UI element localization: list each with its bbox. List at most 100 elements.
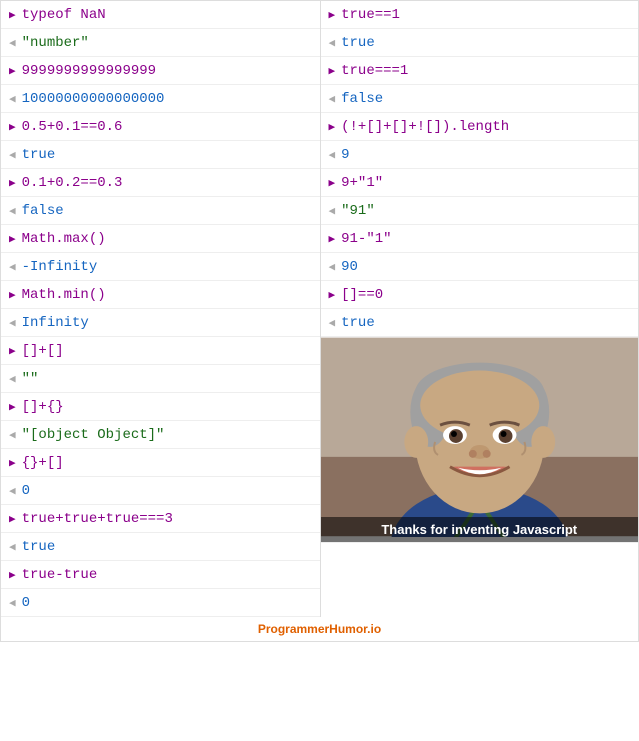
code-output-row: ◀0 [1, 589, 320, 617]
code-input-row: ▶ Math.min() [1, 281, 320, 309]
output-arrow: ◀ [9, 92, 16, 106]
code-output-row: ◀ "" [1, 365, 320, 393]
code-input-row: ▶ 0.1+0.2==0.3 [1, 169, 320, 197]
input-code: Math.max() [22, 231, 106, 247]
code-output-row: ◀ 90 [321, 253, 639, 281]
output-value: 90 [341, 259, 358, 275]
input-code: 91-"1" [341, 231, 391, 247]
output-value: true [22, 539, 56, 555]
output-arrow: ◀ [329, 316, 336, 330]
meme-image-cell: Thanks for inventing Javascript [321, 337, 639, 543]
input-arrow: ▶ [9, 400, 16, 414]
output-value: true [22, 147, 56, 163]
input-arrow: ▶ [9, 176, 16, 190]
input-code: true+true+true===3 [22, 511, 173, 527]
input-code: (!+[]+[]+![]).length [341, 119, 509, 135]
input-arrow: ▶ [329, 176, 336, 190]
input-code: 9999999999999999 [22, 63, 156, 79]
code-output-row: ◀9 [321, 141, 639, 169]
footer: ProgrammerHumor.io [0, 617, 639, 642]
input-code: typeof NaN [22, 7, 106, 23]
input-arrow: ▶ [9, 64, 16, 78]
output-value: false [22, 203, 64, 219]
output-arrow: ◀ [329, 148, 336, 162]
code-output-row: ◀ false [321, 85, 639, 113]
meme-caption: Thanks for inventing Javascript [321, 517, 639, 542]
output-arrow: ◀ [9, 148, 16, 162]
input-code: 9+"1" [341, 175, 383, 191]
input-code: 0.1+0.2==0.3 [22, 175, 123, 191]
output-arrow: ◀ [329, 36, 336, 50]
input-arrow: ▶ [9, 344, 16, 358]
input-code: true-true [22, 567, 98, 583]
code-input-row: ▶ Math.max() [1, 225, 320, 253]
output-value: true [341, 35, 375, 51]
output-arrow: ◀ [9, 204, 16, 218]
input-arrow: ▶ [9, 232, 16, 246]
code-input-row: ▶ 9+"1" [321, 169, 639, 197]
output-arrow: ◀ [9, 540, 16, 554]
code-input-row: ▶ typeof NaN [1, 1, 320, 29]
output-value: 0 [22, 595, 30, 611]
input-arrow: ▶ [9, 120, 16, 134]
input-code: true===1 [341, 63, 408, 79]
input-arrow: ▶ [329, 288, 336, 302]
right-column: ▶ true==1 ◀ true ▶ true===1 ◀ false ▶ (!+[]+[]+![… [320, 1, 639, 617]
input-arrow: ▶ [329, 64, 336, 78]
output-arrow: ◀ [329, 92, 336, 106]
output-value: 9 [341, 147, 349, 163]
code-output-row: ◀ true [1, 141, 320, 169]
code-input-row: ▶ {}+[] [1, 449, 320, 477]
input-code: []+{} [22, 399, 64, 415]
output-arrow: ◀ [329, 260, 336, 274]
code-output-row: ◀ true [321, 309, 639, 337]
input-code: Math.min() [22, 287, 106, 303]
output-value: false [341, 91, 383, 107]
output-arrow: ◀ [9, 36, 16, 50]
code-output-row: ◀ "[object Object]" [1, 421, 320, 449]
input-code: []+[] [22, 343, 64, 359]
output-value: -Infinity [22, 259, 98, 275]
input-arrow: ▶ [9, 288, 16, 302]
footer-text: ProgrammerHumor.io [258, 622, 381, 636]
code-output-row: ◀ 10000000000000000 [1, 85, 320, 113]
left-column: ▶ typeof NaN ◀"number" ▶ 9999999999999999 ◀ 10… [1, 1, 320, 617]
output-arrow: ◀ [9, 260, 16, 274]
input-arrow: ▶ [9, 456, 16, 470]
output-arrow: ◀ [329, 204, 336, 218]
output-value: "" [22, 371, 39, 387]
input-arrow: ▶ [9, 512, 16, 526]
input-arrow: ▶ [329, 120, 336, 134]
code-output-row: ◀ -Infinity [1, 253, 320, 281]
output-value: true [341, 315, 375, 331]
code-input-row: ▶0.5+0.1==0.6 [1, 113, 320, 141]
code-output-row: ◀0 [1, 477, 320, 505]
input-code: {}+[] [22, 455, 64, 471]
output-arrow: ◀ [9, 428, 16, 442]
code-output-row: ◀"number" [1, 29, 320, 57]
input-code: []==0 [341, 287, 383, 303]
output-arrow: ◀ [9, 596, 16, 610]
code-output-row: ◀ "91" [321, 197, 639, 225]
output-value: 10000000000000000 [22, 91, 165, 107]
code-input-row: ▶ true===1 [321, 57, 639, 85]
code-output-row: ◀ true [1, 533, 320, 561]
main-grid: ▶ typeof NaN ◀"number" ▶ 9999999999999999 ◀ 10… [0, 0, 639, 617]
code-input-row: ▶ 91-"1" [321, 225, 639, 253]
code-input-row: ▶ true+true+true===3 [1, 505, 320, 533]
input-arrow: ▶ [9, 568, 16, 582]
code-input-row: ▶ (!+[]+[]+![]).length [321, 113, 639, 141]
input-arrow: ▶ [9, 8, 16, 22]
output-value: "91" [341, 203, 375, 219]
code-input-row: ▶ 9999999999999999 [1, 57, 320, 85]
output-arrow: ◀ [9, 316, 16, 330]
output-value: 0 [22, 483, 30, 499]
output-arrow: ◀ [9, 484, 16, 498]
output-arrow: ◀ [9, 372, 16, 386]
input-code: true==1 [341, 7, 400, 23]
input-arrow: ▶ [329, 232, 336, 246]
output-value: "[object Object]" [22, 427, 165, 443]
input-arrow: ▶ [329, 8, 336, 22]
code-output-row: ◀ false [1, 197, 320, 225]
meme-face-svg [321, 337, 639, 537]
